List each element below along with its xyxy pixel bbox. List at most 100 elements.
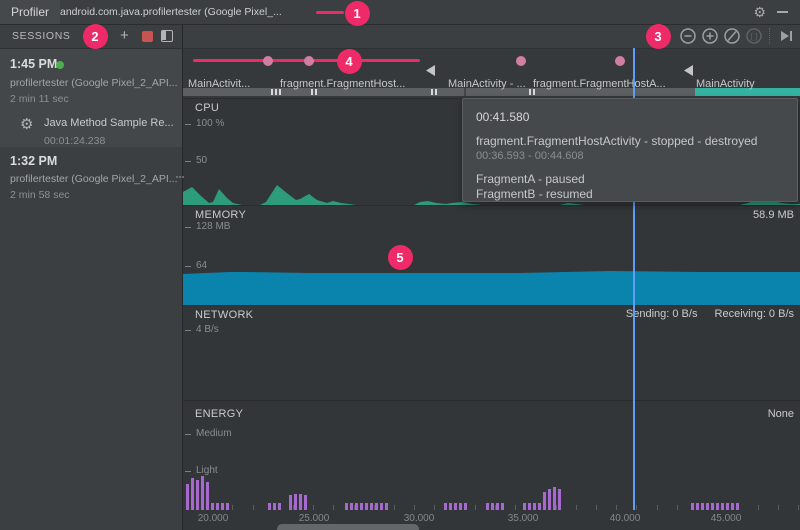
energy-bar xyxy=(711,503,714,510)
energy-chart[interactable] xyxy=(183,400,800,510)
tooltip-time: 00:41.580 xyxy=(476,110,784,124)
zoom-to-selection-icon[interactable]: [ ] xyxy=(745,27,763,45)
energy-bar xyxy=(299,494,302,510)
energy-bar xyxy=(370,503,373,510)
energy-bar xyxy=(268,503,271,510)
artifact-duration: 00:01:24.238 xyxy=(44,135,105,147)
energy-bar xyxy=(444,503,447,510)
collapse-panel-icon[interactable] xyxy=(161,30,173,42)
artifact-label: Java Method Sample Re... xyxy=(44,117,174,129)
axis-label: 35.000 xyxy=(508,513,539,524)
svg-text:[ ]: [ ] xyxy=(751,32,758,41)
energy-bar xyxy=(706,503,709,510)
section-divider xyxy=(183,305,800,306)
energy-bar xyxy=(533,503,536,510)
memory-section-label: MEMORY xyxy=(195,209,246,221)
energy-bar xyxy=(716,503,719,510)
energy-bar xyxy=(365,503,368,510)
energy-bar xyxy=(543,492,546,510)
energy-bar xyxy=(721,503,724,510)
profiler-toolbar: [ ] xyxy=(183,24,800,49)
energy-bar xyxy=(691,503,694,510)
network-values: Sending: 0 B/s Receiving: 0 B/s xyxy=(612,308,794,320)
energy-bar xyxy=(345,503,348,510)
activity-lifecycle-bar[interactable] xyxy=(183,88,800,96)
session-duration: 2 min 11 sec xyxy=(10,93,69,105)
session-device: profilertester (Google Pixel_2_API... xyxy=(10,173,178,185)
lifecycle-live-segment xyxy=(695,88,800,96)
memory-tick-128: 128 MB xyxy=(196,221,230,232)
energy-bar xyxy=(186,484,189,510)
minimize-icon[interactable] xyxy=(777,11,788,13)
session-artifact-item[interactable]: ⚙ Java Method Sample Re... 00:01:24.238 xyxy=(0,109,182,147)
reset-zoom-icon[interactable] xyxy=(723,27,741,45)
axis-label: 40.000 xyxy=(610,513,641,524)
tab-profiler[interactable]: Profiler xyxy=(0,0,60,24)
sessions-panel-title: SESSIONS xyxy=(12,24,70,48)
energy-current-value: None xyxy=(768,408,794,420)
energy-bar xyxy=(355,503,358,510)
energy-bar xyxy=(360,503,363,510)
profiler-window: Profiler android.com.java.profilertester… xyxy=(0,0,800,530)
tool-window-header: Profiler android.com.java.profilertester… xyxy=(0,0,800,25)
method-trace-icon: ⚙ xyxy=(20,115,33,133)
energy-section-label: ENERGY xyxy=(195,408,243,420)
event-timeline[interactable] xyxy=(183,48,800,99)
tab-session[interactable]: android.com.java.profilertester (Google … xyxy=(60,0,282,24)
energy-tick-dash xyxy=(185,471,191,472)
energy-bar xyxy=(523,503,526,510)
cpu-tick-dash xyxy=(185,124,191,125)
panel-splitter[interactable] xyxy=(176,160,183,200)
zoom-in-icon[interactable] xyxy=(701,27,719,45)
sessions-list: 1:45 PM profilertester (Google Pixel_2_A… xyxy=(0,49,183,530)
energy-bar xyxy=(385,503,388,510)
new-session-icon[interactable]: + xyxy=(120,27,129,44)
energy-bar xyxy=(501,503,504,510)
network-tick-4bs: 4 B/s xyxy=(196,324,219,335)
energy-bar xyxy=(548,489,551,510)
energy-bar xyxy=(459,503,462,510)
energy-bar xyxy=(496,503,499,510)
energy-bar xyxy=(278,503,281,510)
energy-bar xyxy=(538,503,541,510)
energy-bar xyxy=(206,482,209,510)
energy-bar xyxy=(553,487,556,510)
stop-session-icon[interactable] xyxy=(142,31,153,42)
energy-bar xyxy=(196,480,199,510)
memory-tick-64: 64 xyxy=(196,260,207,271)
memory-tick-dash xyxy=(185,266,191,267)
energy-bar xyxy=(221,503,224,510)
network-sending: Sending: 0 B/s xyxy=(626,308,698,320)
session-item-current[interactable]: 1:45 PM profilertester (Google Pixel_2_A… xyxy=(0,49,182,147)
session-time: 1:32 PM xyxy=(10,154,57,168)
energy-bar xyxy=(216,503,219,510)
memory-current-value: 58.9 MB xyxy=(753,209,794,221)
tooltip-fragment-b: FragmentB - resumed xyxy=(476,187,784,202)
sessions-toolbar: SESSIONS + xyxy=(0,24,183,49)
cpu-tick-50: 50 xyxy=(196,155,207,166)
energy-bar xyxy=(701,503,704,510)
callout-1-line xyxy=(316,11,344,14)
energy-bar xyxy=(201,476,204,510)
horizontal-scrollbar[interactable] xyxy=(277,524,419,530)
session-duration: 2 min 58 sec xyxy=(10,189,70,201)
session-item-past[interactable]: 1:32 PM profilertester (Google Pixel_2_A… xyxy=(0,148,182,210)
energy-bar xyxy=(454,503,457,510)
gear-icon[interactable]: ⚙ xyxy=(753,4,766,20)
energy-bar xyxy=(449,503,452,510)
session-device: profilertester (Google Pixel_2_API... xyxy=(10,77,178,89)
session-time: 1:45 PM xyxy=(10,57,57,71)
lifecycle-tooltip: 00:41.580 fragment.FragmentHostActivity … xyxy=(462,98,798,202)
energy-tick-light: Light xyxy=(196,465,218,476)
zoom-out-icon[interactable] xyxy=(679,27,697,45)
energy-bar xyxy=(294,494,297,510)
energy-bar xyxy=(696,503,699,510)
energy-bar xyxy=(226,503,229,510)
energy-bar xyxy=(350,503,353,510)
memory-chart[interactable] xyxy=(183,205,800,305)
energy-bar xyxy=(558,489,561,510)
axis-label: 25.000 xyxy=(299,513,330,524)
jump-to-live-icon[interactable] xyxy=(777,27,795,45)
cpu-section-label: CPU xyxy=(195,102,219,114)
energy-bar xyxy=(726,503,729,510)
